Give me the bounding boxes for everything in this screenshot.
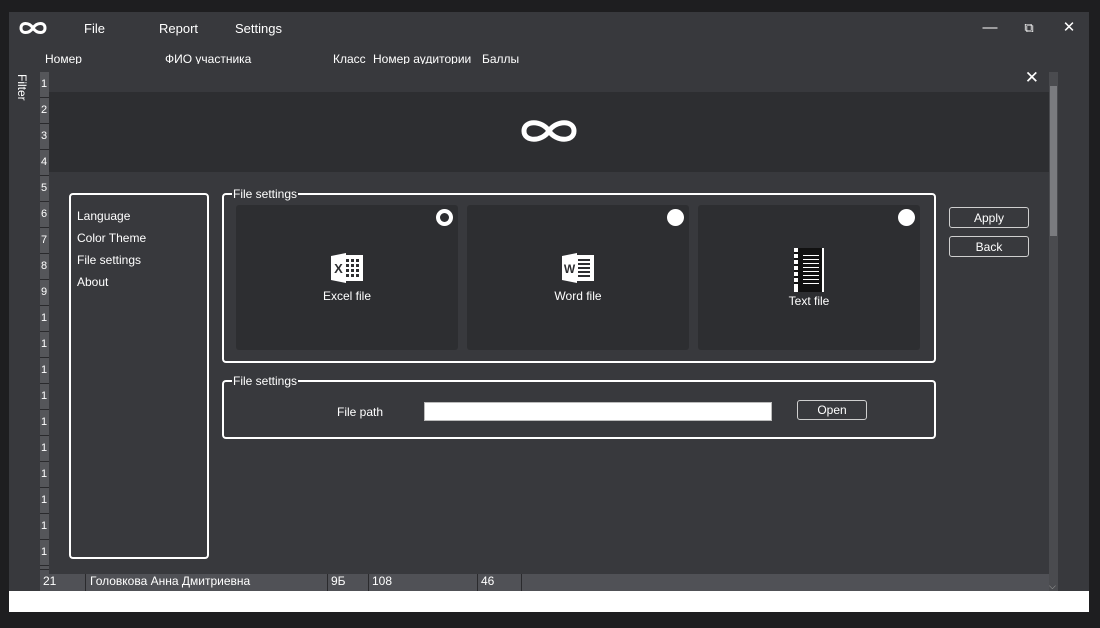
menu-settings[interactable]: Settings <box>235 21 282 36</box>
nav-color-theme[interactable]: Color Theme <box>77 231 146 245</box>
file-path-label: File path <box>337 405 384 419</box>
scrollbar-thumb[interactable] <box>1050 86 1057 236</box>
menu-file[interactable]: File <box>84 21 105 36</box>
excel-file-option[interactable]: X Excel file <box>236 205 458 350</box>
cell-score: 46 <box>481 574 495 588</box>
excel-file-label: Excel file <box>322 289 372 303</box>
text-file-icon <box>794 248 824 292</box>
word-file-option[interactable]: W Word file <box>467 205 689 350</box>
infinity-logo-icon <box>521 120 577 142</box>
dialog-banner <box>49 92 1049 172</box>
text-radio[interactable] <box>898 209 915 226</box>
word-radio[interactable] <box>667 209 684 226</box>
excel-radio[interactable] <box>436 209 453 226</box>
nav-language[interactable]: Language <box>77 209 130 223</box>
back-button[interactable]: Back <box>949 236 1029 257</box>
word-icon: W <box>562 253 594 283</box>
nav-about[interactable]: About <box>77 275 108 289</box>
svg-text:W: W <box>564 262 576 276</box>
cell-name: Головкова Анна Дмитриевна <box>90 574 251 588</box>
main-window: File Report Settings — ⧉ ✕ Filter Номер … <box>9 12 1089 612</box>
filter-tab[interactable]: Filter <box>15 74 29 101</box>
restore-button[interactable]: ⧉ <box>1018 18 1040 38</box>
settings-dialog: ✕ Language Color Theme File settings Abo… <box>49 64 1049 574</box>
file-path-group: File settings File path Open <box>222 374 936 439</box>
text-file-label: Text file <box>788 294 830 308</box>
svg-text:X: X <box>334 261 343 276</box>
vertical-scrollbar[interactable]: ⌵ <box>1049 72 1058 592</box>
text-file-option[interactable]: Text file <box>698 205 920 350</box>
menu-report[interactable]: Report <box>159 21 198 36</box>
title-bar: File Report Settings — ⧉ ✕ <box>9 12 1089 46</box>
dialog-close-button[interactable]: ✕ <box>1025 68 1039 88</box>
open-button[interactable]: Open <box>797 400 867 420</box>
cell-class: 9Б <box>331 574 346 588</box>
apply-button[interactable]: Apply <box>949 207 1029 228</box>
group-title: File settings <box>232 187 299 201</box>
word-file-label: Word file <box>554 289 602 303</box>
dialog-header: ✕ <box>49 64 1049 92</box>
file-path-input[interactable] <box>424 402 772 421</box>
infinity-logo-icon <box>19 22 47 34</box>
cell-room: 108 <box>372 574 393 588</box>
window-close-button[interactable]: ✕ <box>1058 18 1080 38</box>
status-strip <box>9 591 1089 612</box>
excel-icon: X <box>331 253 363 283</box>
file-format-group: File settings X Excel file W Word file T… <box>222 187 936 363</box>
cell-number: 21 <box>43 574 57 588</box>
minimize-button[interactable]: — <box>979 18 1001 38</box>
nav-file-settings[interactable]: File settings <box>77 253 141 267</box>
group-title: File settings <box>232 374 299 388</box>
settings-nav: Language Color Theme File settings About <box>69 193 209 559</box>
